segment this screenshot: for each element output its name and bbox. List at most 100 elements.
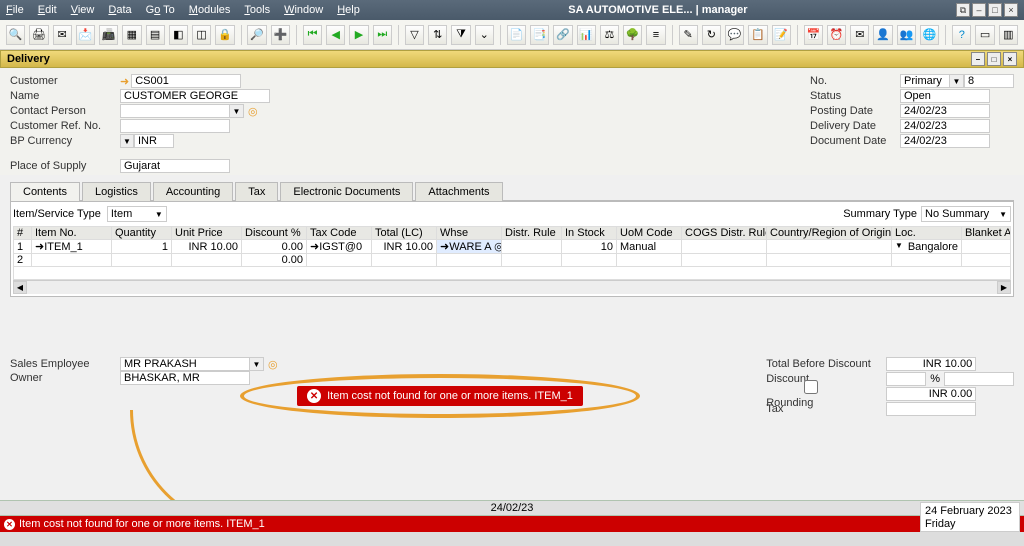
copy-icon[interactable]: 📄 <box>507 25 526 45</box>
tab-tax[interactable]: Tax <box>235 182 278 201</box>
link-arrow-icon[interactable]: ➜ <box>35 241 44 253</box>
grid-hscroll[interactable]: ◀▶ <box>13 280 1011 294</box>
cell-item[interactable] <box>32 254 112 267</box>
print-icon[interactable]: 🖨 <box>29 25 48 45</box>
cell-blanket[interactable] <box>962 240 1011 254</box>
cell-distr[interactable] <box>502 254 562 267</box>
help-icon[interactable]: ? <box>952 25 971 45</box>
cell-disc[interactable]: 0.00 <box>242 240 307 254</box>
refresh-icon[interactable]: ↻ <box>702 25 721 45</box>
col-total[interactable]: Total (LC) <box>372 227 437 240</box>
menu-modules[interactable]: Modules <box>189 4 231 16</box>
sales-dropdown-icon[interactable]: ▼ <box>250 357 264 371</box>
cell-country[interactable] <box>767 254 892 267</box>
cell-item[interactable]: ➜ITEM_1 <box>32 240 112 254</box>
customer-name-input[interactable] <box>120 89 270 103</box>
cell-country[interactable] <box>767 240 892 254</box>
doc-maximize-icon[interactable]: □ <box>987 52 1001 66</box>
col-blanket[interactable]: Blanket Agreem... <box>962 227 1011 240</box>
balance-icon[interactable]: ⚖ <box>600 25 619 45</box>
approval-icon[interactable]: 💬 <box>725 25 744 45</box>
item-type-dropdown[interactable]: Item▼ <box>107 206 167 222</box>
first-icon[interactable]: ⏮ <box>303 25 322 45</box>
disc-pct-input[interactable] <box>886 372 926 386</box>
ref-input[interactable] <box>120 119 230 133</box>
bpcur-input[interactable] <box>134 134 174 148</box>
activity-icon[interactable]: 📝 <box>772 25 791 45</box>
cell-cogs[interactable] <box>682 240 767 254</box>
owner-input[interactable] <box>120 371 250 385</box>
rounding-checkbox[interactable] <box>766 380 856 394</box>
menu-window[interactable]: Window <box>284 4 323 16</box>
add-icon[interactable]: ➕ <box>271 25 290 45</box>
col-loc[interactable]: Loc. <box>892 227 962 240</box>
document-input[interactable] <box>900 134 990 148</box>
col-uom[interactable]: UoM Code <box>617 227 682 240</box>
draft-icon[interactable]: 📋 <box>748 25 767 45</box>
col-cogs[interactable]: COGS Distr. Rule <box>682 227 767 240</box>
posting-input[interactable] <box>900 104 990 118</box>
cell-blanket[interactable] <box>962 254 1011 267</box>
calc-icon[interactable]: ≡ <box>646 25 665 45</box>
tab-logistics[interactable]: Logistics <box>82 182 151 201</box>
series-dropdown-icon[interactable]: ▼ <box>950 74 964 88</box>
bp-icon[interactable]: 👥 <box>897 25 916 45</box>
summary-type-dropdown[interactable]: No Summary▼ <box>921 206 1011 222</box>
layout-icon[interactable]: ◫ <box>192 25 211 45</box>
cell-distr[interactable] <box>502 240 562 254</box>
find-icon[interactable]: 🔎 <box>247 25 266 45</box>
grid-row[interactable]: 2 0.00 <box>14 254 1011 267</box>
menu-view[interactable]: View <box>71 4 95 16</box>
excel-icon[interactable]: ▦ <box>122 25 141 45</box>
cell-loc[interactable] <box>892 254 962 267</box>
pdf-icon[interactable]: ◧ <box>169 25 188 45</box>
doc-minimize-icon[interactable]: – <box>971 52 985 66</box>
contact-link-icon[interactable]: ◎ <box>248 105 258 118</box>
cell-price[interactable] <box>172 254 242 267</box>
menu-tools[interactable]: Tools <box>244 4 270 16</box>
minimize-icon[interactable]: – <box>972 3 986 17</box>
cell-price[interactable]: INR 10.00 <box>172 240 242 254</box>
cell-whse[interactable]: ➜WARE A ◎ <box>437 240 502 254</box>
form-icon[interactable]: ✎ <box>679 25 698 45</box>
col-stock[interactable]: In Stock <box>562 227 617 240</box>
lock-icon[interactable]: 🔒 <box>215 25 234 45</box>
contact-dropdown-icon[interactable]: ▼ <box>230 104 244 118</box>
link-arrow-icon[interactable]: ➜ <box>310 241 319 253</box>
items-grid[interactable]: # Item No. Quantity Unit Price Discount … <box>13 226 1011 280</box>
col-tax[interactable]: Tax Code <box>307 227 372 240</box>
menu-edit[interactable]: Edit <box>38 4 57 16</box>
col-country[interactable]: Country/Region of Origin <box>767 227 892 240</box>
fax-icon[interactable]: 📠 <box>99 25 118 45</box>
col-qty[interactable]: Quantity <box>112 227 172 240</box>
tab-accounting[interactable]: Accounting <box>153 182 233 201</box>
next-icon[interactable]: ▶ <box>349 25 368 45</box>
funnel-icon[interactable]: ⧩ <box>451 25 470 45</box>
tools-icon[interactable]: ▥ <box>999 25 1018 45</box>
cfl-icon[interactable]: ◎ <box>494 241 501 253</box>
grid-row[interactable]: 1 ➜ITEM_1 1 INR 10.00 0.00 ➜IGST@0 INR 1… <box>14 240 1011 254</box>
bpcur-dropdown-icon[interactable]: ▼ <box>120 134 134 148</box>
alert-icon[interactable]: ⏰ <box>827 25 846 45</box>
cell-uom[interactable]: Manual <box>617 240 682 254</box>
scroll-left-icon[interactable]: ◀ <box>13 281 27 294</box>
delivery-input[interactable] <box>900 119 990 133</box>
web-icon[interactable]: 🌐 <box>920 25 939 45</box>
cell-loc[interactable]: ▼Bangalore <box>892 240 962 254</box>
menu-file[interactable]: File <box>6 4 24 16</box>
sms-icon[interactable]: 📩 <box>76 25 95 45</box>
duplicate-icon[interactable]: 📑 <box>530 25 549 45</box>
preview-icon[interactable]: 🔍 <box>6 25 25 45</box>
tab-contents[interactable]: Contents <box>10 182 80 201</box>
context-icon[interactable]: ▭ <box>975 25 994 45</box>
prev-icon[interactable]: ◀ <box>326 25 345 45</box>
user-icon[interactable]: 👤 <box>873 25 892 45</box>
cell-qty[interactable] <box>112 254 172 267</box>
tree-icon[interactable]: 🌳 <box>623 25 642 45</box>
cell-whse[interactable] <box>437 254 502 267</box>
cell-tax[interactable]: ➜IGST@0 <box>307 240 372 254</box>
scroll-right-icon[interactable]: ▶ <box>997 281 1011 294</box>
cell-disc[interactable]: 0.00 <box>242 254 307 267</box>
relation-icon[interactable]: 🔗 <box>553 25 572 45</box>
col-price[interactable]: Unit Price <box>172 227 242 240</box>
